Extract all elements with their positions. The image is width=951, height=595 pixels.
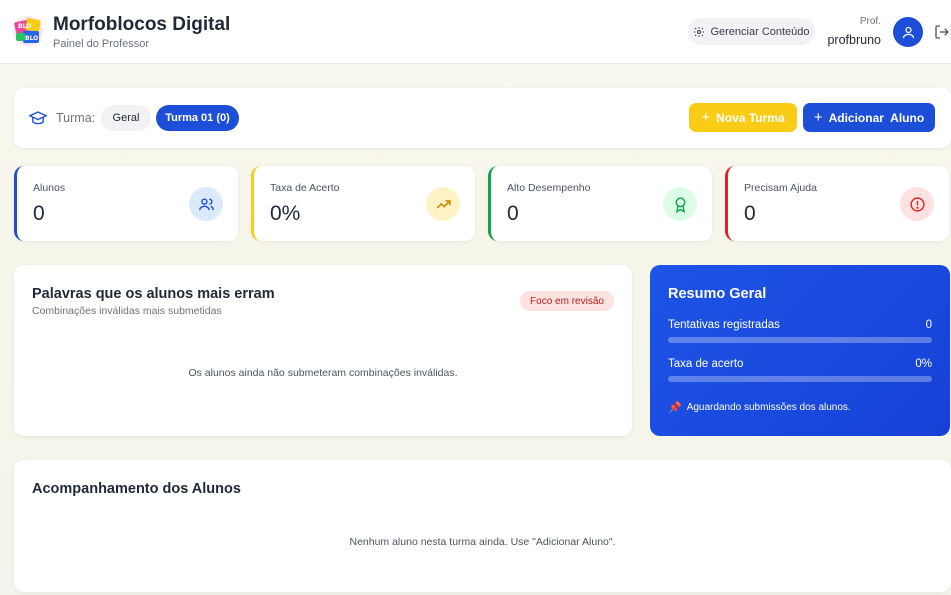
summary-title: Resumo Geral [668, 286, 767, 302]
summary-attempts-label: Tentativas registradas [668, 319, 780, 331]
award-icon [663, 187, 697, 221]
error-words-title: Palavras que os alunos mais erram [32, 286, 275, 302]
focus-badge: Foco em revisão [520, 291, 614, 311]
app-title: Morfoblocos Digital [53, 14, 231, 35]
avatar[interactable] [893, 17, 923, 47]
error-words-empty-message: Os alunos ainda não submeteram combinaçõ… [188, 367, 458, 379]
app-header: BLO BLO Morfoblocos Digital Painel do Pr… [0, 0, 951, 64]
svg-text:BLO: BLO [18, 23, 31, 30]
app-subtitle: Painel do Professor [53, 38, 149, 50]
manage-content-button[interactable]: Gerenciar Conteúdo [688, 18, 815, 45]
summary-attempts-bar [668, 337, 932, 343]
add-student-button[interactable]: + Adicionar Aluno [803, 103, 935, 132]
morfoblocos-logo: BLO BLO [13, 16, 43, 46]
turma-label: Turma: [56, 111, 96, 125]
stat-label: Precisam Ajuda [744, 182, 817, 194]
stat-card-alto-desempenho: Alto Desempenho 0 [488, 166, 712, 241]
summary-rate-label: Taxa de acerto [668, 358, 744, 370]
stat-label: Taxa de Acerto [270, 182, 340, 194]
summary-card: Resumo Geral Tentativas registradas 0 Ta… [650, 265, 950, 436]
summary-attempts-value: 0 [925, 319, 932, 331]
stat-card-taxa-acerto: Taxa de Acerto 0% [251, 166, 475, 241]
student-tracking-title: Acompanhamento dos Alunos [32, 481, 241, 497]
class-selector-bar: Turma: Geral Turma 01 (0) + Nova Turma +… [14, 88, 951, 148]
pin-icon: 📌 [668, 402, 682, 414]
tab-turma-01[interactable]: Turma 01 (0) [156, 105, 239, 131]
add-student-label: Adicionar Aluno [828, 110, 925, 125]
stat-card-alunos: Alunos 0 [14, 166, 238, 241]
prof-label: Prof. [859, 16, 881, 27]
summary-rate-bar [668, 376, 932, 382]
error-words-subtitle: Combinações inválidas mais submetidas [32, 305, 222, 317]
logout-icon[interactable] [934, 24, 950, 40]
student-tracking-empty-message: Nenhum aluno nesta turma ainda. Use "Adi… [349, 536, 616, 548]
stat-value: 0 [507, 202, 519, 225]
summary-note-text: Aguardando submissões dos alunos. [686, 402, 851, 413]
summary-rate-value: 0% [915, 358, 932, 370]
stat-value: 0% [270, 202, 301, 225]
new-class-label: Nova Turma [716, 110, 785, 125]
graduation-cap-icon [29, 111, 47, 125]
user-icon [902, 26, 914, 38]
prof-name: profbruno [827, 33, 881, 47]
tab-geral[interactable]: Geral [101, 105, 151, 131]
plus-icon: + [701, 109, 711, 126]
plus-icon: + [813, 109, 823, 126]
svg-text:BLO: BLO [25, 35, 38, 42]
alert-icon [900, 187, 934, 221]
stat-value: 0 [744, 202, 756, 225]
stat-card-precisam-ajuda: Precisam Ajuda 0 [725, 166, 949, 241]
stat-label: Alunos [33, 182, 66, 194]
new-class-button[interactable]: + Nova Turma [689, 103, 797, 132]
student-tracking-card: Acompanhamento dos Alunos Nenhum aluno n… [14, 460, 951, 592]
stat-value: 0 [33, 202, 45, 225]
stat-label: Alto Desempenho [507, 182, 591, 194]
users-icon [189, 187, 223, 221]
error-words-card: Palavras que os alunos mais erram Combin… [14, 265, 632, 436]
gear-icon [694, 26, 705, 37]
trending-up-icon [426, 187, 460, 221]
summary-note: 📌 Aguardando submissões dos alunos. [668, 401, 851, 414]
manage-content-label: Gerenciar Conteúdo [710, 25, 810, 38]
